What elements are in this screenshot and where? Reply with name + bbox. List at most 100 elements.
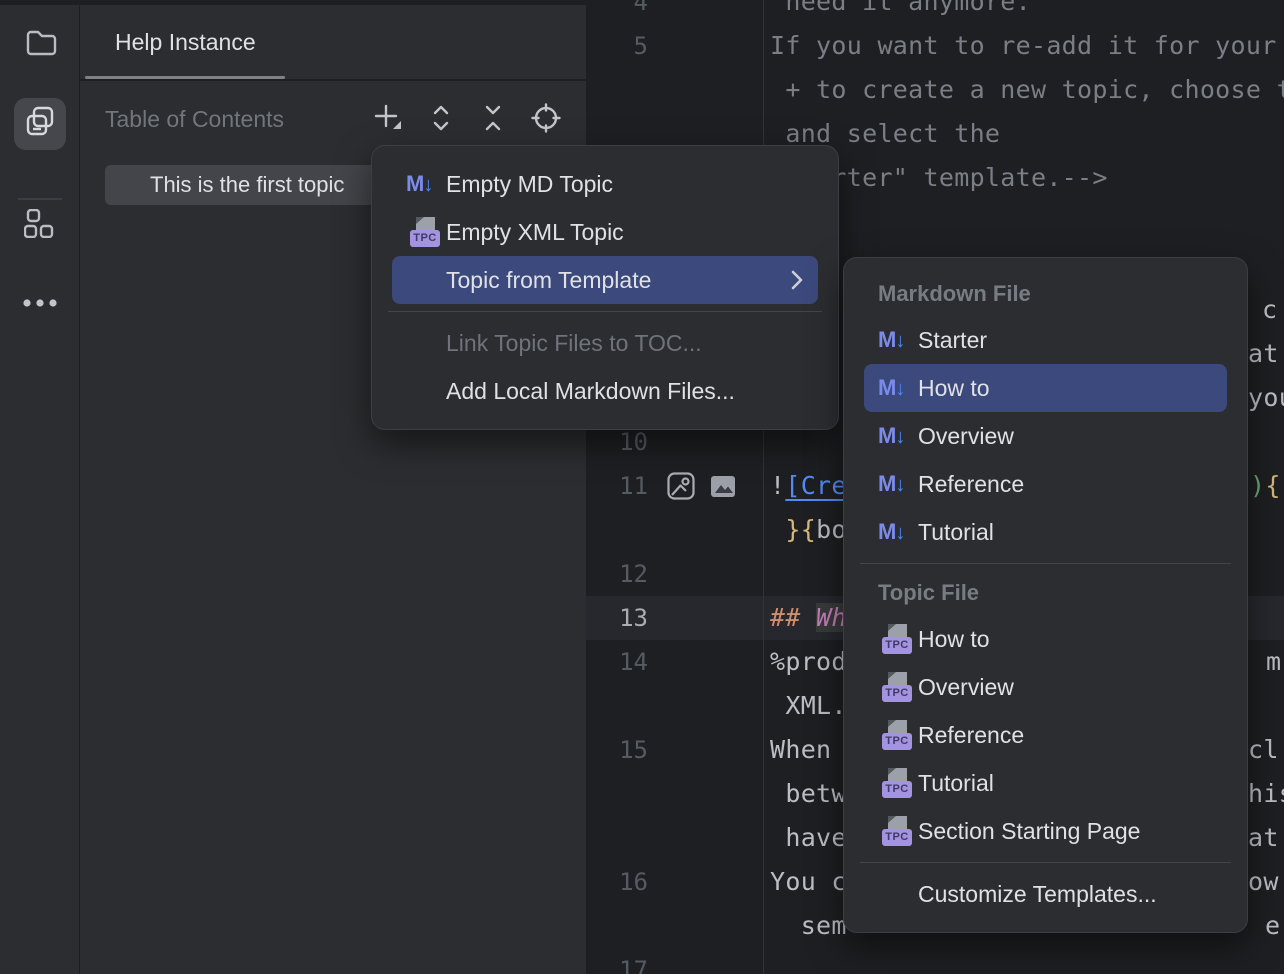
topic-icon-slot: TPC xyxy=(878,813,918,849)
sidebar-button-project[interactable] xyxy=(14,18,66,70)
code-fragment: er xyxy=(1265,904,1284,948)
code-token: at xyxy=(1248,339,1279,368)
md-letter: M xyxy=(406,171,424,197)
collapse-all-button[interactable] xyxy=(476,103,510,137)
menu-item-how-to[interactable]: M↓How to xyxy=(864,364,1227,412)
menu-item-label: Empty XML Topic xyxy=(446,219,624,246)
menu-item-label: Starter xyxy=(918,327,987,354)
code-text: When xyxy=(770,728,847,772)
menu-item-label: Empty MD Topic xyxy=(446,171,613,198)
code-fragment: his xyxy=(1248,772,1284,816)
code-line: 4 need it anymore. xyxy=(586,0,1284,24)
window-top-edge xyxy=(0,0,586,5)
menu-item-overview[interactable]: M↓Overview xyxy=(864,412,1227,460)
menu-item-add-local-markdown-files[interactable]: Add Local Markdown Files... xyxy=(392,367,818,415)
line-number: 17 xyxy=(586,948,648,974)
pages-icon xyxy=(22,105,58,144)
code-token: ow xyxy=(1248,867,1279,896)
panel-header: Help Instance xyxy=(80,0,586,81)
target-icon xyxy=(531,103,561,138)
menu-item-starter[interactable]: M↓ Starter xyxy=(864,316,1227,364)
menu-item-label: Add Local Markdown Files... xyxy=(446,378,735,405)
menu-item-label: Section Starting Page xyxy=(918,818,1140,845)
code-token: { xyxy=(1265,471,1280,500)
image-outline-icon[interactable] xyxy=(664,469,698,503)
new-topic-menu: M↓Empty MD TopicTPCEmpty XML TopicTopic … xyxy=(371,145,839,430)
md-down-arrow: ↓ xyxy=(423,174,433,197)
md-down-arrow: ↓ xyxy=(895,426,905,449)
menu-item-customize-templates[interactable]: Customize Templates... xyxy=(864,870,1227,918)
code-token: You c xyxy=(770,867,847,896)
toc-item-first-topic[interactable]: This is the first topic xyxy=(105,165,392,205)
markdown-icon-slot: M↓ xyxy=(878,466,918,502)
sidebar-button-more[interactable] xyxy=(14,278,66,330)
line-number: 16 xyxy=(586,860,648,904)
md-letter: M xyxy=(878,327,896,353)
menu-item-label: Tutorial xyxy=(918,519,994,546)
more-dots-icon xyxy=(22,295,58,313)
code-text: XML. xyxy=(770,684,847,728)
plus-dropdown-icon xyxy=(372,102,404,139)
menu-item-reference[interactable]: TPCReference xyxy=(864,711,1227,759)
code-line: + to create a new topic, choose th xyxy=(586,68,1284,112)
left-icon-bar xyxy=(0,0,80,974)
add-topic-button[interactable] xyxy=(371,103,405,137)
menu-item-label: Overview xyxy=(918,423,1014,450)
code-token: and select the xyxy=(770,119,1000,148)
code-line: 17 xyxy=(586,948,1284,974)
topic-file-icon: TPC xyxy=(878,814,915,848)
markdown-file-icon: M↓ xyxy=(878,471,905,497)
code-token: ! xyxy=(770,471,785,500)
code-token: his xyxy=(1248,779,1284,808)
panel-title[interactable]: Help Instance xyxy=(115,29,256,56)
code-text: You c xyxy=(770,860,847,904)
menu-section-header: Markdown File xyxy=(864,272,1227,316)
menu-item-overview[interactable]: TPCOverview xyxy=(864,663,1227,711)
menu-item-empty-xml-topic[interactable]: TPCEmpty XML Topic xyxy=(392,208,818,256)
markdown-icon-slot: M↓ xyxy=(878,514,918,550)
sidebar-button-structure[interactable] xyxy=(14,200,66,252)
markdown-icon-slot: M↓ xyxy=(406,166,446,202)
menu-item-tutorial[interactable]: M↓Tutorial xyxy=(864,508,1227,556)
code-token: [Cre xyxy=(785,471,846,500)
code-token: ## xyxy=(770,603,816,632)
code-text: %prod xyxy=(770,640,847,684)
code-fragment: cl xyxy=(1248,728,1279,772)
menu-item-label: Link Topic Files to TOC... xyxy=(446,330,702,357)
tpc-badge: TPC xyxy=(882,637,912,654)
md-down-arrow: ↓ xyxy=(895,474,905,497)
menu-item-link-topic-files-to-toc[interactable]: Link Topic Files to TOC... xyxy=(392,319,818,367)
code-token: %prod xyxy=(770,647,847,676)
menu-item-topic-from-template[interactable]: Topic from Template xyxy=(392,256,818,304)
sidebar-button-help-instance[interactable] xyxy=(14,98,66,150)
icon-spacer xyxy=(406,262,446,298)
code-token: cl xyxy=(1248,735,1279,764)
topic-file-icon: TPC xyxy=(878,670,915,704)
code-token: betw xyxy=(770,779,847,808)
line-number: 4 xyxy=(586,0,648,24)
image-filled-icon[interactable] xyxy=(706,469,740,503)
code-text: ![Cre xyxy=(770,464,847,508)
code-token: er xyxy=(1265,911,1284,940)
code-fragment: at xyxy=(1248,332,1279,376)
menu-item-reference[interactable]: M↓Reference xyxy=(864,460,1227,508)
code-token: + to create a new topic, choose th xyxy=(770,75,1284,104)
submenu-chevron-icon xyxy=(790,269,804,291)
application-window: 4 need it anymore.5If you want to re-add… xyxy=(0,0,1284,974)
code-fragment: ow xyxy=(1248,860,1279,904)
code-token: c xyxy=(1262,295,1277,324)
code-fragment: ){ xyxy=(1250,464,1281,508)
menu-item-section-starting-page[interactable]: TPCSection Starting Page xyxy=(864,807,1227,855)
expand-all-button[interactable] xyxy=(424,103,458,137)
menu-item-tutorial[interactable]: TPCTutorial xyxy=(864,759,1227,807)
menu-item-empty-md-topic[interactable]: M↓Empty MD Topic xyxy=(392,160,818,208)
md-down-arrow: ↓ xyxy=(895,330,905,353)
locate-selection-button[interactable] xyxy=(529,103,563,137)
toc-header-label: Table of Contents xyxy=(105,106,284,133)
topic-file-icon: TPC xyxy=(878,766,915,800)
markdown-file-icon: M↓ xyxy=(878,375,905,401)
code-fragment: at xyxy=(1248,816,1279,860)
code-token xyxy=(770,515,785,544)
menu-item-how-to[interactable]: TPCHow to xyxy=(864,615,1227,663)
tab-indicator xyxy=(85,76,285,79)
